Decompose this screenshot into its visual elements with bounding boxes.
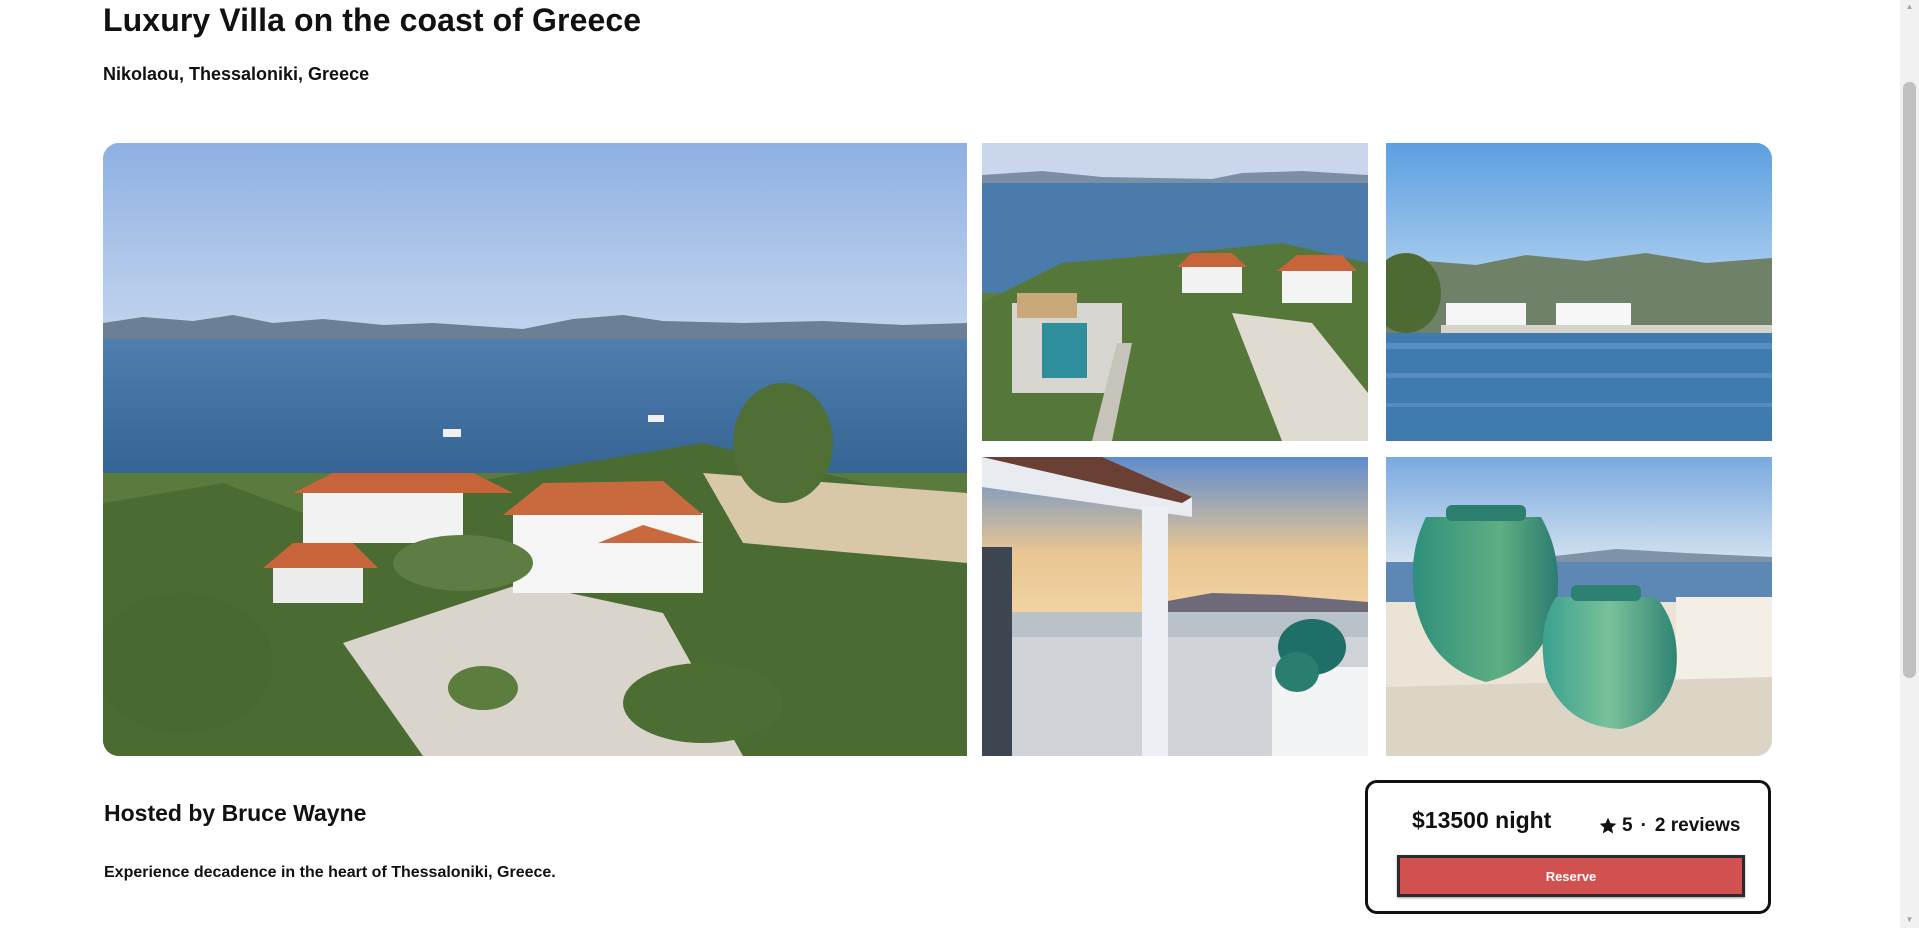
rating-separator: ·: [1640, 815, 1647, 836]
gallery-photo-waterfront[interactable]: [1386, 143, 1772, 441]
down-arrow-icon[interactable]: ▼: [1903, 914, 1916, 926]
photo-aerial-pool-image: [982, 143, 1368, 441]
listing-page: Luxury Villa on the coast of Greece Niko…: [0, 0, 1919, 928]
gallery-photo-main[interactable]: [103, 143, 967, 756]
host-name: Hosted by Bruce Wayne: [104, 800, 367, 826]
listing-location: Nikolaou, Thessaloniki, Greece: [103, 64, 370, 84]
star-icon: [1599, 817, 1617, 834]
listing-title: Luxury Villa on the coast of Greece: [103, 2, 642, 38]
gallery-photo-aerial-pool[interactable]: [982, 143, 1368, 441]
rating-summary: 5 · 2 reviews: [1598, 815, 1740, 837]
up-arrow-icon[interactable]: ▲: [1903, 1, 1916, 13]
price-per-night: $13500 night: [1412, 807, 1552, 833]
booking-card: $13500 night 5 · 2 reviews Reserve: [1365, 780, 1771, 914]
photo-urns-image: [1386, 457, 1772, 756]
photo-gallery: [103, 143, 1772, 756]
photo-terrace-sunset-image: [982, 457, 1368, 756]
gallery-photo-urns[interactable]: [1386, 457, 1772, 756]
photo-main-image: [103, 143, 967, 756]
review-count[interactable]: 2 reviews: [1655, 815, 1741, 837]
gallery-photo-terrace-sunset[interactable]: [982, 457, 1368, 756]
listing-description: Experience decadence in the heart of The…: [104, 864, 556, 881]
rating-value: 5: [1622, 815, 1633, 836]
photo-waterfront-image: [1386, 143, 1772, 441]
scrollbar-thumb[interactable]: [1903, 82, 1916, 678]
reserve-button[interactable]: Reserve: [1397, 855, 1745, 897]
